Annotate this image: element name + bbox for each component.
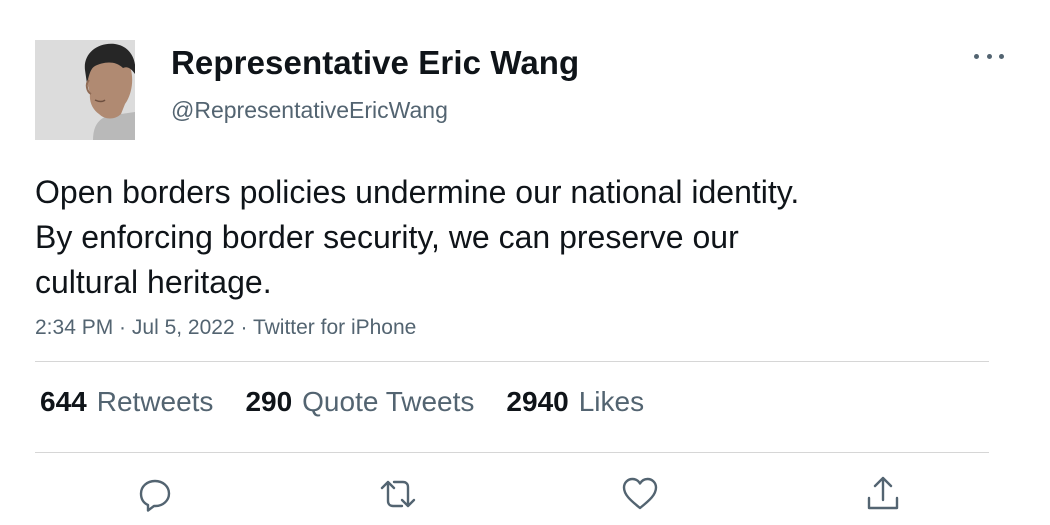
likes-count: 2940 <box>506 386 569 417</box>
quote-tweets-label: Quote Tweets <box>302 386 475 417</box>
meta-separator: · <box>113 316 132 339</box>
more-options-button[interactable] <box>974 44 1004 68</box>
tweet-text: Open borders policies undermine our nati… <box>35 170 995 305</box>
more-horizontal-icon <box>986 53 992 59</box>
reply-icon <box>139 479 171 512</box>
like-button[interactable] <box>620 474 660 514</box>
reply-button[interactable] <box>135 474 175 514</box>
share-icon <box>867 476 899 510</box>
quote-tweets-count: 290 <box>245 386 293 417</box>
avatar-photo <box>35 40 135 140</box>
meta-separator: · <box>234 316 253 339</box>
likes-stat[interactable]: 2940 Likes <box>506 386 644 418</box>
retweet-button[interactable] <box>378 474 418 514</box>
tweet-time[interactable]: 2:34 PM <box>35 316 113 339</box>
share-button[interactable] <box>863 474 903 514</box>
heart-icon <box>622 477 658 510</box>
more-horizontal-icon <box>974 53 979 59</box>
retweets-count: 644 <box>40 386 87 417</box>
user-handle[interactable]: @RepresentativeEricWang <box>171 97 448 124</box>
retweets-stat[interactable]: 644 Retweets <box>40 386 213 418</box>
tweet-stats: 644 Retweets 290 Quote Tweets 2940 Likes <box>40 386 644 418</box>
tweet-meta: 2:34 PM · Jul 5, 2022 · Twitter for iPho… <box>35 316 416 340</box>
likes-label: Likes <box>578 386 645 417</box>
divider <box>35 361 989 362</box>
retweets-label: Retweets <box>96 386 214 417</box>
more-horizontal-icon <box>999 53 1004 59</box>
tweet-text-line: By enforcing border security, we can pre… <box>35 219 739 255</box>
tweet-card: Representative Eric Wang @Representative… <box>0 0 1050 525</box>
tweet-text-line: Open borders policies undermine our nati… <box>35 174 800 210</box>
retweet-icon <box>380 480 416 508</box>
display-name[interactable]: Representative Eric Wang <box>171 44 579 82</box>
quote-tweets-stat[interactable]: 290 Quote Tweets <box>245 386 474 418</box>
tweet-text-line: cultural heritage. <box>35 264 272 300</box>
tweet-source[interactable]: Twitter for iPhone <box>253 316 416 339</box>
tweet-actions <box>0 474 1050 514</box>
divider <box>35 452 989 453</box>
tweet-date[interactable]: Jul 5, 2022 <box>132 316 235 339</box>
avatar[interactable] <box>35 40 135 140</box>
